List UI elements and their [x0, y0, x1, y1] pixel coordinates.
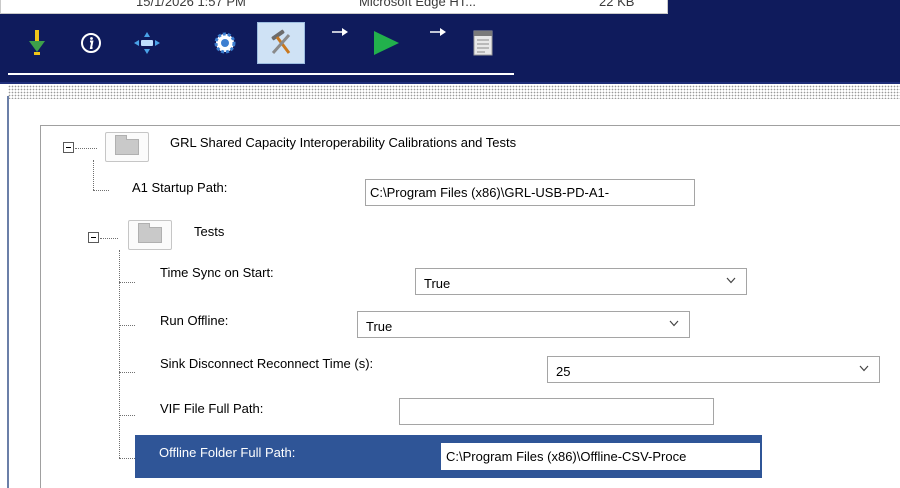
arrow-right-icon: [330, 22, 350, 42]
tree-connector: [119, 415, 135, 416]
tree-connector: [119, 372, 135, 373]
download-icon[interactable]: [22, 24, 52, 62]
offline-folder-label: Offline Folder Full Path:: [159, 445, 296, 460]
run-offline-value: True: [366, 319, 393, 334]
splitter-bar[interactable]: [8, 85, 900, 99]
time-sync-value: True: [424, 276, 451, 291]
root-node-label: GRL Shared Capacity Interoperability Cal…: [170, 135, 517, 150]
file-size: 22 KB: [599, 0, 635, 9]
time-sync-dropdown[interactable]: True: [415, 268, 747, 295]
tools-icon[interactable]: [257, 22, 305, 64]
toolbar-underline: [8, 73, 514, 75]
run-offline-dropdown[interactable]: True: [357, 311, 690, 338]
file-list-row[interactable]: 15/1/2026 1:57 PM Microsoft Edge HT... 2…: [0, 0, 668, 14]
arrow-right-icon: [428, 22, 448, 42]
chevron-down-icon: [726, 277, 736, 284]
tree-connector: [75, 148, 97, 149]
folder-icon[interactable]: [105, 132, 149, 162]
tree-connector: [93, 160, 94, 190]
offline-folder-input[interactable]: C:\Program Files (x86)\Offline-CSV-Proce: [441, 443, 760, 470]
collapse-tests-toggle[interactable]: [88, 232, 99, 243]
window-left-border: [7, 96, 9, 488]
a1-startup-path-input[interactable]: C:\Program Files (x86)\GRL-USB-PD-A1-: [365, 179, 695, 206]
move-icon[interactable]: [130, 24, 164, 62]
a1-startup-path-label: A1 Startup Path:: [132, 180, 228, 195]
folder-icon[interactable]: [128, 220, 172, 250]
collapse-root-toggle[interactable]: [63, 142, 74, 153]
vif-file-input[interactable]: [399, 398, 714, 425]
tree-connector: [119, 325, 135, 326]
tests-node-label: Tests: [194, 224, 225, 239]
sink-disconnect-value: 25: [556, 364, 571, 379]
document-icon[interactable]: [468, 24, 498, 62]
play-icon[interactable]: [366, 24, 406, 62]
run-offline-label: Run Offline:: [160, 313, 229, 328]
chevron-down-icon: [669, 320, 679, 327]
toolbar-edge: [0, 82, 900, 84]
tree-connector: [93, 190, 109, 191]
file-type: Microsoft Edge HT...: [359, 0, 477, 9]
vif-file-label: VIF File Full Path:: [160, 401, 264, 416]
chevron-down-icon: [859, 365, 869, 372]
sink-disconnect-dropdown[interactable]: 25: [547, 356, 880, 383]
file-date-modified: 15/1/2026 1:57 PM: [136, 0, 246, 9]
tree-connector: [100, 238, 118, 239]
settings-gear-icon[interactable]: [208, 24, 242, 62]
tree-connector: [119, 282, 135, 283]
info-icon[interactable]: [76, 24, 106, 62]
tree-connector: [119, 458, 135, 459]
sink-disconnect-label: Sink Disconnect Reconnect Time (s):: [160, 356, 374, 371]
time-sync-label: Time Sync on Start:: [160, 265, 274, 280]
